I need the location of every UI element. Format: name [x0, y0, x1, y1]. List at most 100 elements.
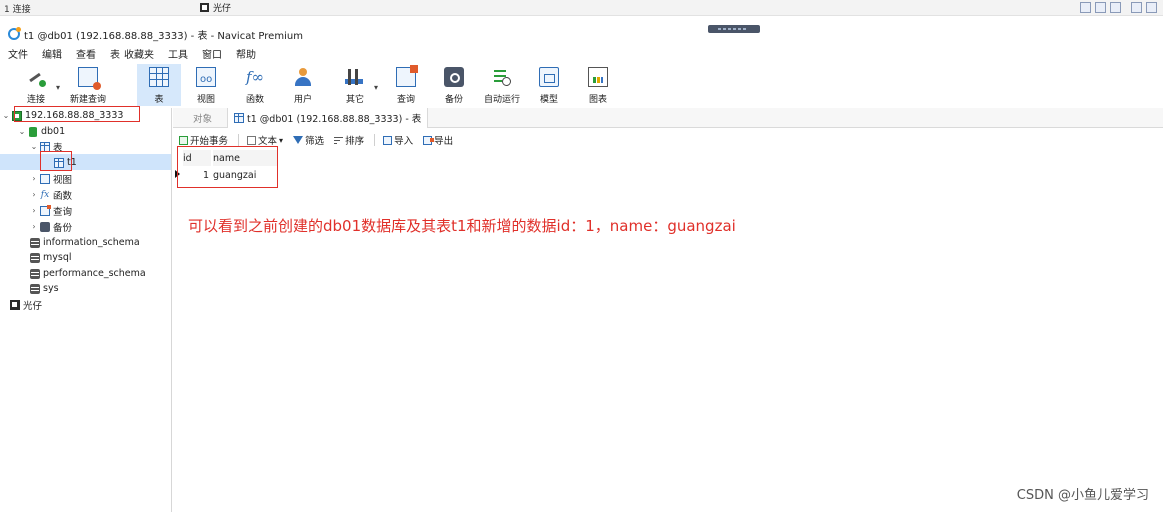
- text-dropdown-icon[interactable]: ▾: [279, 136, 283, 145]
- chart-button[interactable]: 图表: [576, 64, 620, 106]
- views-group-label: 视图: [53, 174, 73, 186]
- menu-bar: 文件 编辑 查看 表 收藏夹 工具 窗口 帮助: [0, 46, 270, 62]
- expand-icon[interactable]: ›: [30, 206, 38, 215]
- connection-name: 光仔: [23, 300, 43, 312]
- tree-database-node[interactable]: ⌄ db01: [18, 124, 66, 139]
- function-icon: f∞: [245, 68, 265, 86]
- new-query-button[interactable]: 新建查询: [66, 64, 110, 106]
- tree-database-performance-schema[interactable]: performance_schema: [30, 266, 146, 281]
- connect-button[interactable]: 连接: [14, 64, 58, 106]
- other-icon: [345, 67, 365, 87]
- main-toolbar: 连接 ▾ 新建查询 表 视图 f∞ 函数 用户 其它 ▾ 查询 备份 自动运行 …: [0, 64, 1163, 106]
- table-button[interactable]: 表: [137, 64, 181, 106]
- connection-icon: [10, 299, 20, 310]
- chart-icon: [588, 67, 608, 87]
- selected-row-highlight: [0, 154, 171, 170]
- expand-icon[interactable]: ›: [30, 174, 38, 183]
- other-dropdown-icon[interactable]: ▾: [374, 83, 378, 92]
- collapse-icon[interactable]: ⌄: [18, 127, 26, 136]
- backups-group-label: 备份: [53, 222, 73, 234]
- export-button[interactable]: 导出: [423, 133, 453, 147]
- menu-tools[interactable]: 工具: [168, 46, 188, 62]
- highlight-box-grid: [177, 146, 278, 188]
- text-button[interactable]: 文本 ▾: [247, 133, 283, 147]
- menu-window[interactable]: 窗口: [202, 46, 222, 62]
- sort-button[interactable]: 排序: [334, 133, 364, 147]
- tree-database-sys[interactable]: sys: [30, 281, 59, 296]
- list-view-icon[interactable]: [1095, 2, 1106, 13]
- filter-button[interactable]: 筛选: [293, 133, 324, 147]
- database-name: performance_schema: [43, 268, 146, 279]
- tree-database-information-schema[interactable]: information_schema: [30, 235, 140, 250]
- window-title-bar: t1 @db01 (192.168.88.88_3333) - 表 - Navi…: [0, 24, 1163, 44]
- view-icon: [196, 67, 216, 87]
- panel-left-icon[interactable]: [1131, 2, 1142, 13]
- window-controls-pill[interactable]: [708, 25, 760, 33]
- new-query-label: 新建查询: [69, 95, 106, 105]
- grid-view-icon[interactable]: [1080, 2, 1091, 13]
- user-button[interactable]: 用户: [281, 64, 325, 106]
- navicat-logo-icon: [8, 27, 21, 40]
- database-icon: [30, 268, 40, 279]
- menu-view[interactable]: 查看: [76, 46, 96, 62]
- window-title: t1 @db01 (192.168.88.88_3333) - 表 - Navi…: [24, 30, 303, 42]
- other-label: 其它: [345, 95, 364, 105]
- filter-label: 筛选: [305, 136, 325, 147]
- tree-queries-group[interactable]: › 查询: [30, 203, 72, 218]
- function-button[interactable]: f∞ 函数: [233, 64, 277, 106]
- tab-objects[interactable]: 对象: [187, 108, 218, 128]
- query-label: 查询: [396, 95, 415, 105]
- query-icon: [40, 204, 51, 216]
- separator: [238, 134, 240, 146]
- collapse-icon[interactable]: ⌄: [30, 142, 38, 151]
- view-label: 视图: [196, 95, 215, 105]
- tree-views-group[interactable]: › 视图: [30, 171, 72, 186]
- expand-icon[interactable]: ›: [30, 222, 38, 231]
- menu-help[interactable]: 帮助: [236, 46, 256, 62]
- function-label: 函数: [245, 95, 264, 105]
- watermark: CSDN @小鱼儿爱学习: [1016, 488, 1149, 503]
- backup-label: 备份: [444, 95, 463, 105]
- highlight-box-table: [40, 151, 72, 171]
- menu-favorites[interactable]: 收藏夹: [124, 46, 154, 62]
- table-toolbar: 开始事务 文本 ▾ 筛选 排序 导入 导出: [173, 132, 1163, 148]
- panel-right-icon[interactable]: [1146, 2, 1157, 13]
- view-mode-buttons: [1080, 2, 1157, 13]
- tree-functions-group[interactable]: › fx 函数: [30, 187, 72, 202]
- other-button[interactable]: 其它: [333, 64, 377, 106]
- connect-dropdown-icon[interactable]: ▾: [56, 83, 60, 92]
- backup-button[interactable]: 备份: [432, 64, 476, 106]
- model-button[interactable]: 模型: [527, 64, 571, 106]
- database-icon: [30, 252, 40, 263]
- begin-transaction-button[interactable]: 开始事务: [179, 133, 228, 147]
- auto-run-button[interactable]: 自动运行: [480, 64, 524, 106]
- expand-icon[interactable]: ›: [30, 190, 38, 199]
- highlight-box-connection: [14, 106, 140, 122]
- export-icon: [423, 135, 435, 145]
- import-button[interactable]: 导入: [383, 133, 413, 147]
- query-button[interactable]: 查询: [384, 64, 428, 106]
- function-icon: fx: [40, 189, 50, 200]
- database-name: sys: [43, 283, 59, 294]
- current-connection-indicator[interactable]: 光仔: [200, 1, 231, 14]
- tree-backups-group[interactable]: › 备份: [30, 219, 72, 234]
- menu-table[interactable]: 表: [110, 46, 120, 62]
- auto-run-label: 自动运行: [483, 95, 520, 105]
- menu-edit[interactable]: 编辑: [42, 46, 62, 62]
- detail-view-icon[interactable]: [1110, 2, 1121, 13]
- connect-icon: [26, 67, 46, 87]
- filter-icon: [293, 136, 304, 144]
- database-icon: [30, 237, 40, 248]
- import-label: 导入: [394, 136, 414, 147]
- database-icon: [30, 283, 40, 294]
- tree-database-mysql[interactable]: mysql: [30, 250, 72, 265]
- tab-current-table[interactable]: t1 @db01 (192.168.88.88_3333) - 表: [227, 108, 429, 128]
- separator: [374, 134, 376, 146]
- menu-file[interactable]: 文件: [8, 46, 28, 62]
- connect-label: 连接: [26, 95, 45, 105]
- view-button[interactable]: 视图: [184, 64, 228, 106]
- collapse-icon[interactable]: ⌄: [2, 111, 10, 120]
- user-label: 用户: [293, 95, 312, 105]
- transaction-icon: [179, 135, 188, 145]
- tree-connection-guangzai[interactable]: 光仔: [10, 297, 42, 312]
